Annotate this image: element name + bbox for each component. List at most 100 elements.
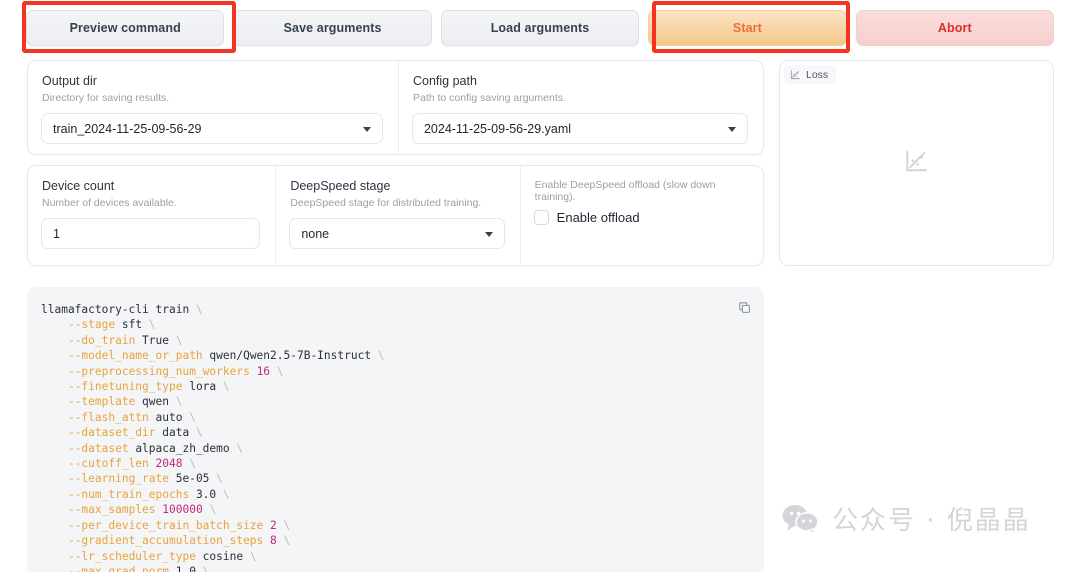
code-token-val bbox=[41, 519, 68, 532]
action-button-row: Preview command Save arguments Load argume… bbox=[0, 0, 1080, 55]
app-root: Preview command Save arguments Load argume… bbox=[0, 0, 1080, 572]
code-token-flag: --num_train_epochs bbox=[67, 487, 190, 501]
code-token-flag: --max_grad_norm bbox=[67, 564, 169, 572]
config-path-hint: Path to config saving arguments. bbox=[412, 92, 566, 104]
enable-offload-checkbox[interactable] bbox=[533, 210, 549, 225]
output-dir-group: Output dir Directory for saving results.… bbox=[28, 61, 398, 154]
deepspeed-stage-label: DeepSpeed stage bbox=[290, 179, 391, 193]
button-start[interactable]: Start bbox=[648, 9, 847, 46]
code-token-bs: \ bbox=[148, 318, 156, 332]
code-token-bs: \ bbox=[189, 457, 196, 471]
enable-offload-group: Enable DeepSpeed offload (slow down trai… bbox=[519, 166, 763, 265]
code-token-bs: \ bbox=[195, 426, 203, 440]
config-path-value: 2024-11-25-09-56-29.yaml bbox=[423, 121, 572, 136]
enable-offload-row[interactable]: Enable offload bbox=[533, 210, 748, 225]
deepspeed-stage-hint: DeepSpeed stage for distributed training… bbox=[290, 197, 482, 209]
code-token-bs: \ bbox=[189, 410, 196, 424]
code-token-flag: --dataset bbox=[67, 441, 129, 455]
code-token-num: 8 bbox=[270, 534, 277, 548]
device-count-input[interactable]: 1 bbox=[41, 218, 261, 249]
deepspeed-stage-group: DeepSpeed stage DeepSpeed stage for dist… bbox=[275, 166, 519, 265]
code-token-flag: --do_train bbox=[67, 333, 136, 347]
button-abort[interactable]: Abort bbox=[855, 9, 1055, 46]
loss-empty-placeholder bbox=[904, 148, 930, 179]
enable-offload-label: Enable offload bbox=[556, 210, 640, 225]
button-load-arguments[interactable]: Load arguments bbox=[440, 9, 640, 46]
code-token-flag: --finetuning_type bbox=[67, 380, 183, 394]
code-token-val bbox=[270, 365, 277, 378]
command-preview-code-block: llamafactory-cli train \ --stage sft \ -… bbox=[27, 287, 764, 572]
wechat-icon bbox=[782, 504, 819, 535]
code-token-val bbox=[41, 380, 68, 393]
button-preview-command[interactable]: Preview command bbox=[26, 9, 225, 46]
code-token-bs: \ bbox=[283, 534, 291, 548]
deepspeed-stage-value: none bbox=[301, 226, 330, 241]
code-token-bs: \ bbox=[195, 303, 203, 316]
code-token-flag: --lr_scheduler_type bbox=[67, 549, 196, 563]
watermark: 公众号 · 倪晶晶 bbox=[781, 500, 1031, 537]
code-token-val: sft bbox=[115, 318, 149, 332]
code-token-val bbox=[41, 457, 68, 470]
code-token-val bbox=[41, 426, 68, 439]
code-token-val: qwen bbox=[135, 395, 176, 409]
code-token-val: data bbox=[155, 426, 196, 440]
code-token-flag: --preprocessing_num_workers bbox=[67, 364, 250, 378]
loss-plot-panel: Loss bbox=[779, 60, 1054, 266]
code-token-val bbox=[149, 457, 156, 470]
output-dir-dropdown[interactable]: train_2024-11-25-09-56-29 bbox=[41, 113, 383, 144]
code-token-val bbox=[41, 349, 68, 362]
code-token-val bbox=[41, 503, 68, 516]
code-token-bs: \ bbox=[175, 333, 183, 347]
code-token-flag: --stage bbox=[67, 318, 116, 332]
code-token-val bbox=[250, 365, 257, 378]
code-token-val: 1.0 bbox=[169, 564, 203, 572]
code-token-flag: --dataset_dir bbox=[67, 426, 156, 440]
code-token-bs: \ bbox=[175, 395, 183, 409]
code-token-num: 16 bbox=[256, 364, 271, 378]
code-token-val: True bbox=[135, 333, 176, 347]
code-token-val bbox=[41, 442, 68, 455]
code-token-flag: --per_device_train_batch_size bbox=[67, 518, 264, 532]
code-token-val bbox=[41, 472, 68, 485]
output-dir-label: Output dir bbox=[42, 74, 97, 88]
tab-loss[interactable]: Loss bbox=[784, 65, 837, 84]
code-token-val: auto bbox=[148, 410, 190, 424]
copy-button[interactable] bbox=[733, 296, 755, 318]
code-token-val bbox=[41, 395, 68, 408]
tab-loss-label: Loss bbox=[806, 68, 829, 81]
code-token-val: 5e-05 bbox=[169, 472, 217, 486]
code-token-num: 2 bbox=[270, 518, 277, 532]
code-token-val bbox=[41, 365, 68, 378]
deepspeed-stage-dropdown[interactable]: none bbox=[289, 218, 505, 249]
chevron-down-icon[interactable] bbox=[484, 231, 493, 237]
code-token-val: llamafactory-cli train bbox=[41, 303, 196, 316]
output-dir-value: train_2024-11-25-09-56-29 bbox=[53, 121, 202, 136]
code-token-flag: --learning_rate bbox=[67, 472, 169, 486]
output-dir-hint: Directory for saving results. bbox=[42, 92, 170, 104]
code-token-num: 100000 bbox=[162, 503, 203, 517]
code-token-val: alpaca_zh_demo bbox=[128, 441, 237, 455]
config-path-group: Config path Path to config saving argume… bbox=[397, 61, 763, 154]
output-config-card: Output dir Directory for saving results.… bbox=[27, 60, 764, 155]
code-token-bs: \ bbox=[202, 564, 210, 572]
code-token-num: 2048 bbox=[155, 457, 183, 471]
chevron-down-icon[interactable] bbox=[728, 126, 736, 132]
button-save-arguments[interactable]: Save arguments bbox=[233, 9, 432, 46]
code-token-bs: \ bbox=[276, 364, 284, 378]
code-token-flag: --model_name_or_path bbox=[67, 349, 203, 363]
code-token-bs: \ bbox=[283, 518, 291, 532]
code-token-bs: \ bbox=[249, 549, 257, 563]
code-token-val bbox=[41, 550, 68, 563]
config-path-dropdown[interactable]: 2024-11-25-09-56-29.yaml bbox=[411, 113, 748, 144]
line-chart-icon bbox=[790, 70, 800, 80]
enable-offload-hint: Enable DeepSpeed offload (slow down trai… bbox=[534, 179, 716, 203]
code-token-val bbox=[41, 334, 68, 347]
code-token-val bbox=[41, 534, 68, 547]
config-path-label: Config path bbox=[412, 74, 477, 88]
command-preview-text: llamafactory-cli train \ --stage sft \ -… bbox=[27, 287, 764, 572]
code-token-bs: \ bbox=[236, 441, 244, 455]
code-token-bs: \ bbox=[216, 472, 223, 486]
code-token-val: 3.0 bbox=[189, 487, 223, 501]
chevron-down-icon[interactable] bbox=[362, 126, 371, 132]
code-token-val: cosine bbox=[195, 549, 250, 563]
